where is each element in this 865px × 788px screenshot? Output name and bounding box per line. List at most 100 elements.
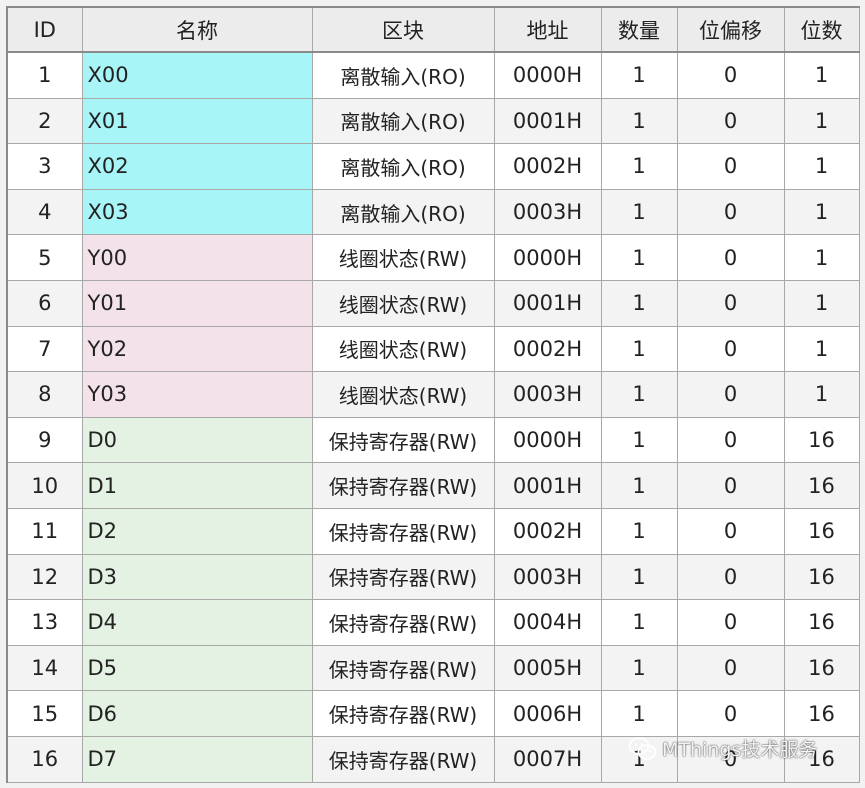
column-header-id[interactable]: ID	[8, 8, 83, 53]
cell-bit-offset: 0	[677, 280, 785, 327]
cell-bits: 1	[784, 326, 860, 373]
cell-block: 保持寄存器(RW)	[312, 417, 495, 464]
table-row[interactable]: 11 D2 保持寄存器(RW) 0002H 1 0 16	[8, 508, 860, 555]
cell-count: 1	[601, 508, 678, 555]
table-row[interactable]: 6 Y01 线圈状态(RW) 0001H 1 0 1	[8, 280, 860, 327]
cell-id: 13	[8, 599, 83, 646]
cell-block: 线圈状态(RW)	[312, 326, 495, 373]
cell-bits: 16	[784, 417, 860, 464]
cell-bits: 16	[784, 690, 860, 737]
cell-name: Y01	[82, 280, 313, 327]
cell-id: 4	[8, 189, 83, 236]
cell-name: D2	[82, 508, 313, 555]
cell-bits: 16	[784, 736, 860, 783]
cell-id: 12	[8, 554, 83, 601]
cell-id: 5	[8, 234, 83, 281]
cell-count: 1	[601, 189, 678, 236]
cell-id: 3	[8, 143, 83, 190]
table-row[interactable]: 13 D4 保持寄存器(RW) 0004H 1 0 16	[8, 599, 860, 646]
table-row[interactable]: 12 D3 保持寄存器(RW) 0003H 1 0 16	[8, 554, 860, 601]
cell-block: 保持寄存器(RW)	[312, 462, 495, 509]
cell-id: 9	[8, 417, 83, 464]
cell-id: 1	[8, 52, 83, 99]
cell-bit-offset: 0	[677, 52, 785, 99]
cell-bits: 16	[784, 508, 860, 555]
column-header-bit-offset[interactable]: 位偏移	[677, 8, 785, 53]
cell-address: 0003H	[494, 554, 602, 601]
cell-count: 1	[601, 326, 678, 373]
column-header-count[interactable]: 数量	[601, 8, 678, 53]
cell-bits: 1	[784, 143, 860, 190]
cell-block: 离散输入(RO)	[312, 189, 495, 236]
cell-name: X00	[82, 52, 313, 99]
cell-count: 1	[601, 462, 678, 509]
table-row[interactable]: 10 D1 保持寄存器(RW) 0001H 1 0 16	[8, 462, 860, 509]
column-header-bits[interactable]: 位数	[784, 8, 860, 53]
cell-id: 14	[8, 645, 83, 692]
cell-block: 保持寄存器(RW)	[312, 690, 495, 737]
cell-bits: 1	[784, 371, 860, 418]
header-row: ID 名称 区块 地址 数量 位偏移 位数	[8, 8, 860, 53]
table-row[interactable]: 7 Y02 线圈状态(RW) 0002H 1 0 1	[8, 326, 860, 373]
cell-block: 保持寄存器(RW)	[312, 736, 495, 783]
cell-bit-offset: 0	[677, 234, 785, 281]
cell-block: 离散输入(RO)	[312, 98, 495, 145]
cell-count: 1	[601, 234, 678, 281]
table-row[interactable]: 4 X03 离散输入(RO) 0003H 1 0 1	[8, 189, 860, 236]
cell-address: 0001H	[494, 280, 602, 327]
cell-address: 0001H	[494, 98, 602, 145]
cell-bits: 1	[784, 189, 860, 236]
data-table-container: ID 名称 区块 地址 数量 位偏移 位数 1 X00 离散输入(RO) 0000H 1…	[6, 6, 860, 783]
cell-bit-offset: 0	[677, 690, 785, 737]
cell-id: 6	[8, 280, 83, 327]
cell-id: 7	[8, 326, 83, 373]
cell-bit-offset: 0	[677, 371, 785, 418]
cell-count: 1	[601, 554, 678, 601]
cell-name: Y02	[82, 326, 313, 373]
cell-block: 保持寄存器(RW)	[312, 599, 495, 646]
cell-block: 保持寄存器(RW)	[312, 554, 495, 601]
cell-bit-offset: 0	[677, 736, 785, 783]
cell-bits: 1	[784, 280, 860, 327]
cell-block: 保持寄存器(RW)	[312, 508, 495, 555]
cell-block: 保持寄存器(RW)	[312, 645, 495, 692]
table-row[interactable]: 3 X02 离散输入(RO) 0002H 1 0 1	[8, 143, 860, 190]
cell-bits: 16	[784, 554, 860, 601]
cell-count: 1	[601, 371, 678, 418]
cell-bit-offset: 0	[677, 645, 785, 692]
table-row[interactable]: 2 X01 离散输入(RO) 0001H 1 0 1	[8, 98, 860, 145]
cell-bit-offset: 0	[677, 326, 785, 373]
table-row[interactable]: 15 D6 保持寄存器(RW) 0006H 1 0 16	[8, 690, 860, 737]
table-row[interactable]: 5 Y00 线圈状态(RW) 0000H 1 0 1	[8, 234, 860, 281]
cell-bit-offset: 0	[677, 554, 785, 601]
cell-id: 16	[8, 736, 83, 783]
cell-name: X02	[82, 143, 313, 190]
cell-block: 线圈状态(RW)	[312, 371, 495, 418]
cell-bit-offset: 0	[677, 189, 785, 236]
column-header-name[interactable]: 名称	[82, 8, 313, 53]
cell-address: 0004H	[494, 599, 602, 646]
cell-address: 0002H	[494, 508, 602, 555]
cell-name: D4	[82, 599, 313, 646]
cell-count: 1	[601, 417, 678, 464]
cell-block: 线圈状态(RW)	[312, 280, 495, 327]
cell-name: D1	[82, 462, 313, 509]
table-row[interactable]: 1 X00 离散输入(RO) 0000H 1 0 1	[8, 52, 860, 99]
cell-address: 0000H	[494, 417, 602, 464]
column-header-address[interactable]: 地址	[494, 8, 602, 53]
cell-address: 0001H	[494, 462, 602, 509]
cell-bit-offset: 0	[677, 417, 785, 464]
table-row[interactable]: 9 D0 保持寄存器(RW) 0000H 1 0 16	[8, 417, 860, 464]
cell-name: D6	[82, 690, 313, 737]
cell-address: 0005H	[494, 645, 602, 692]
cell-id: 10	[8, 462, 83, 509]
column-header-block[interactable]: 区块	[312, 8, 495, 53]
table-row[interactable]: 8 Y03 线圈状态(RW) 0003H 1 0 1	[8, 371, 860, 418]
cell-bit-offset: 0	[677, 98, 785, 145]
cell-address: 0003H	[494, 189, 602, 236]
table-row[interactable]: 16 D7 保持寄存器(RW) 0007H 1 0 16	[8, 736, 860, 783]
cell-block: 线圈状态(RW)	[312, 234, 495, 281]
table-row[interactable]: 14 D5 保持寄存器(RW) 0005H 1 0 16	[8, 645, 860, 692]
cell-bit-offset: 0	[677, 143, 785, 190]
cell-count: 1	[601, 98, 678, 145]
